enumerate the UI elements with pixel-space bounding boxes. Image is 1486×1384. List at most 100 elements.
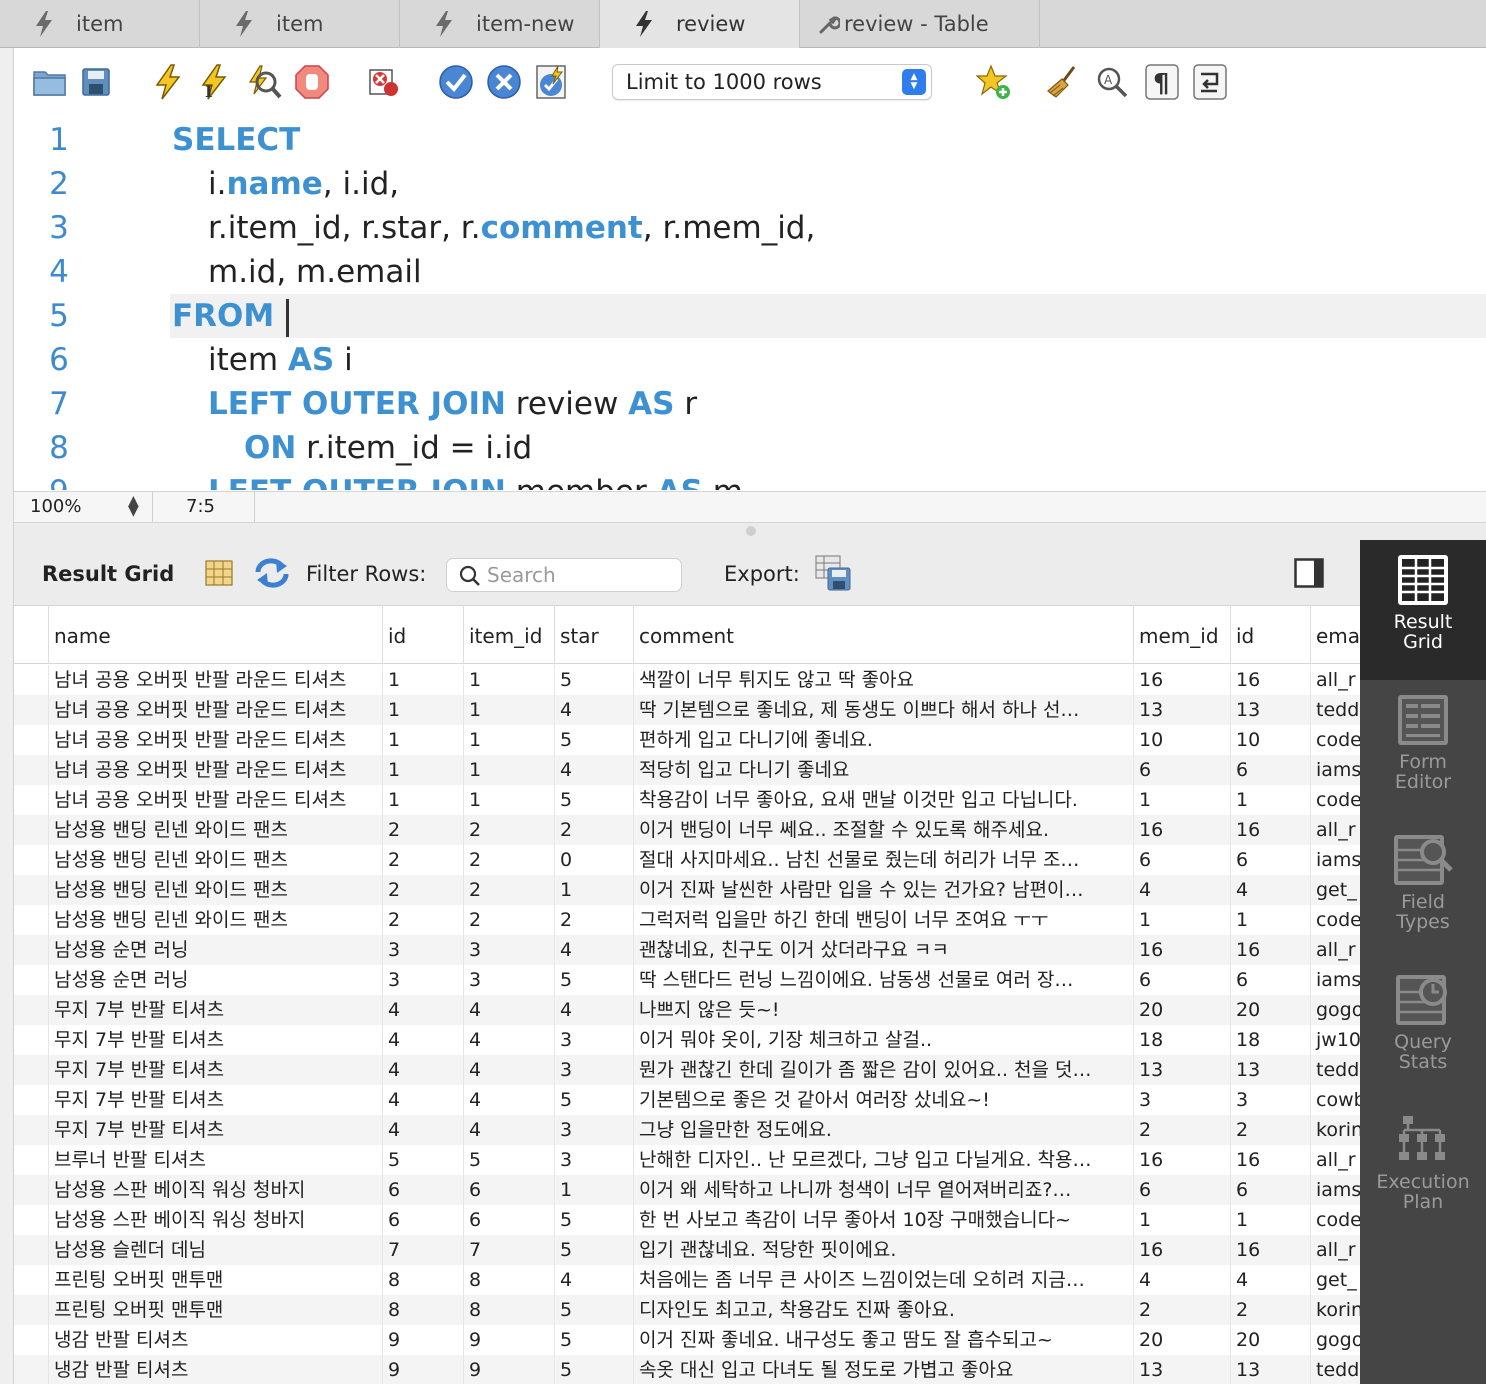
cell-col-name[interactable]: 남녀 공용 오버핏 반팔 라운드 티셔츠: [48, 695, 382, 725]
table-row[interactable]: 남녀 공용 오버핏 반팔 라운드 티셔츠 1 1 5 색깔이 너무 튀지도 않고 딱 좋…: [14, 665, 1360, 695]
cell-col-email[interactable]: tedd: [1310, 1355, 1360, 1384]
cell-col-comment[interactable]: 입기 괜찮네요. 적당한 핏이에요.: [633, 1235, 1133, 1265]
cell-col-name[interactable]: 무지 7부 반팔 티셔츠: [48, 1055, 382, 1085]
side-form-editor[interactable]: Form Editor: [1360, 680, 1486, 820]
cell-col-mem-id[interactable]: 18: [1133, 1025, 1230, 1055]
cell-col-comment[interactable]: 나쁘지 않은 듯~!: [633, 995, 1133, 1025]
header-col-member-id[interactable]: id: [1230, 606, 1310, 664]
header-col-id[interactable]: id: [382, 606, 463, 664]
cell-col-email[interactable]: code: [1310, 1205, 1360, 1235]
cell-col-name[interactable]: 남성용 스판 베이직 워싱 청바지: [48, 1175, 382, 1205]
refresh-icon[interactable]: [254, 556, 290, 595]
cell-col-comment[interactable]: 기본템으로 좋은 것 같아서 여러장 샀네요~!: [633, 1085, 1133, 1115]
cell-col-name[interactable]: 무지 7부 반팔 티셔츠: [48, 1085, 382, 1115]
cell-col-email[interactable]: all_r: [1310, 815, 1360, 845]
cell-col-name[interactable]: 남녀 공용 오버핏 반팔 라운드 티셔츠: [48, 665, 382, 695]
side-execution-plan[interactable]: Execution Plan: [1360, 1100, 1486, 1240]
table-row[interactable]: 남성용 슬렌더 데님 7 7 5 입기 괜찮네요. 적당한 핏이에요. 16 16 all_r: [14, 1235, 1360, 1265]
zoom-stepper-icon[interactable]: ▲ ▼: [128, 494, 139, 518]
cell-col-name[interactable]: 무지 7부 반팔 티셔츠: [48, 1025, 382, 1055]
cell-col-id[interactable]: 3: [382, 935, 463, 965]
cell-col-email[interactable]: all_r: [1310, 1145, 1360, 1175]
cell-col-email[interactable]: korin: [1310, 1115, 1360, 1145]
cell-col-name[interactable]: 남성용 밴딩 린넨 와이드 팬츠: [48, 875, 382, 905]
cell-col-member-id[interactable]: 6: [1230, 965, 1310, 995]
cell-col-comment[interactable]: 처음에는 좀 너무 큰 사이즈 느낌이었는데 오히려 지금…: [633, 1265, 1133, 1295]
table-row[interactable]: 프린팅 오버핏 맨투맨 8 8 5 디자인도 최고고, 착용감도 진짜 좋아요. 2 2 ko…: [14, 1295, 1360, 1325]
table-row[interactable]: 남성용 순면 러닝 3 3 5 딱 스탠다드 런닝 느낌이에요. 남동생 선물로 여러 …: [14, 965, 1360, 995]
cell-col-mem-id[interactable]: 20: [1133, 1325, 1230, 1355]
filter-search-input[interactable]: Search: [446, 558, 682, 592]
cell-col-comment[interactable]: 괜찮네요, 친구도 이거 샀더라구요 ㅋㅋ: [633, 935, 1133, 965]
cell-col-comment[interactable]: 이거 뭐야 옷이, 기장 체크하고 살걸..: [633, 1025, 1133, 1055]
cell-col-comment[interactable]: 딱 스탠다드 런닝 느낌이에요. 남동생 선물로 여러 장…: [633, 965, 1133, 995]
cell-col-star[interactable]: 1: [554, 875, 633, 905]
cell-col-comment[interactable]: 적당히 입고 다니기 좋네요: [633, 755, 1133, 785]
cell-col-id[interactable]: 1: [382, 785, 463, 815]
cell-col-name[interactable]: 냉감 반팔 티셔츠: [48, 1355, 382, 1384]
cell-col-email[interactable]: all_r: [1310, 935, 1360, 965]
export-icon[interactable]: [814, 554, 854, 597]
tab-review[interactable]: review: [600, 0, 800, 48]
header-col-name[interactable]: name: [48, 606, 382, 664]
table-row[interactable]: 남성용 밴딩 린넨 와이드 팬츠 2 2 2 이거 밴딩이 너무 쎄요.. 조절할 수 …: [14, 815, 1360, 845]
table-row[interactable]: 남성용 밴딩 린넨 와이드 팬츠 2 2 1 이거 진짜 날씬한 사람만 입을 수 있는…: [14, 875, 1360, 905]
sql-editor[interactable]: 1 SELECT 2 i.name, i.id, 3 r.item_id, r.…: [14, 118, 1486, 490]
cell-col-comment[interactable]: 이거 진짜 좋네요. 내구성도 좋고 땀도 잘 흡수되고~: [633, 1325, 1133, 1355]
cell-col-name[interactable]: 남녀 공용 오버핏 반팔 라운드 티셔츠: [48, 785, 382, 815]
cell-col-id[interactable]: 3: [382, 965, 463, 995]
cell-col-member-id[interactable]: 2: [1230, 1115, 1310, 1145]
cell-col-id[interactable]: 2: [382, 845, 463, 875]
cell-col-mem-id[interactable]: 6: [1133, 965, 1230, 995]
cell-col-comment[interactable]: 속옷 대신 입고 다녀도 될 정도로 가볍고 좋아요: [633, 1355, 1133, 1384]
cell-col-member-id[interactable]: 1: [1230, 905, 1310, 935]
cell-col-id[interactable]: 8: [382, 1295, 463, 1325]
cell-col-mem-id[interactable]: 16: [1133, 665, 1230, 695]
header-col-email[interactable]: ema: [1310, 606, 1360, 664]
cell-col-member-id[interactable]: 6: [1230, 1175, 1310, 1205]
cell-col-id[interactable]: 2: [382, 875, 463, 905]
cell-col-item-id[interactable]: 3: [463, 965, 554, 995]
cell-col-member-id[interactable]: 16: [1230, 1145, 1310, 1175]
toggle-sidebar-icon[interactable]: [1294, 558, 1324, 593]
cell-col-name[interactable]: 무지 7부 반팔 티셔츠: [48, 1115, 382, 1145]
cell-col-item-id[interactable]: 9: [463, 1325, 554, 1355]
cell-col-name[interactable]: 남성용 밴딩 린넨 와이드 팬츠: [48, 905, 382, 935]
cell-col-name[interactable]: 남성용 슬렌더 데님: [48, 1235, 382, 1265]
cell-col-id[interactable]: 1: [382, 695, 463, 725]
cell-col-email[interactable]: code: [1310, 905, 1360, 935]
stop-icon[interactable]: [292, 62, 332, 102]
cell-col-star[interactable]: 5: [554, 725, 633, 755]
cell-col-item-id[interactable]: 5: [463, 1145, 554, 1175]
table-row[interactable]: 남녀 공용 오버핏 반팔 라운드 티셔츠 1 1 4 딱 기본템으로 좋네요, 제 동생…: [14, 695, 1360, 725]
cell-col-mem-id[interactable]: 2: [1133, 1295, 1230, 1325]
cell-col-mem-id[interactable]: 6: [1133, 845, 1230, 875]
cell-col-email[interactable]: iams: [1310, 965, 1360, 995]
cell-col-email[interactable]: tedd: [1310, 695, 1360, 725]
table-row[interactable]: 무지 7부 반팔 티셔츠 4 4 3 뭔가 괜찮긴 한데 길이가 좀 짧은 감이 있어요…: [14, 1055, 1360, 1085]
table-row[interactable]: 남성용 밴딩 린넨 와이드 팬츠 2 2 0 절대 사지마세요.. 남친 선물로 줬는데…: [14, 845, 1360, 875]
cell-col-item-id[interactable]: 1: [463, 785, 554, 815]
table-row[interactable]: 남녀 공용 오버핏 반팔 라운드 티셔츠 1 1 5 편하게 입고 다니기에 좋네요. 1…: [14, 725, 1360, 755]
header-col-star[interactable]: star: [554, 606, 633, 664]
cell-col-id[interactable]: 1: [382, 755, 463, 785]
table-row[interactable]: 무지 7부 반팔 티셔츠 4 4 4 나쁘지 않은 듯~! 20 20 gogo: [14, 995, 1360, 1025]
cell-col-mem-id[interactable]: 10: [1133, 725, 1230, 755]
cell-col-item-id[interactable]: 1: [463, 755, 554, 785]
zoom-level[interactable]: 100%: [30, 496, 81, 517]
tab-item-1[interactable]: item: [0, 0, 200, 48]
cell-col-name[interactable]: 남녀 공용 오버핏 반팔 라운드 티셔츠: [48, 725, 382, 755]
cell-col-star[interactable]: 5: [554, 785, 633, 815]
beautify-icon[interactable]: [1044, 62, 1084, 102]
cell-col-item-id[interactable]: 1: [463, 725, 554, 755]
table-row[interactable]: 남성용 순면 러닝 3 3 4 괜찮네요, 친구도 이거 샀더라구요 ㅋㅋ 16 16 all…: [14, 935, 1360, 965]
cell-col-id[interactable]: 2: [382, 905, 463, 935]
cell-col-star[interactable]: 4: [554, 695, 633, 725]
cell-col-name[interactable]: 브루너 반팔 티셔츠: [48, 1145, 382, 1175]
cell-col-comment[interactable]: 절대 사지마세요.. 남친 선물로 줬는데 허리가 너무 조…: [633, 845, 1133, 875]
invisible-chars-icon[interactable]: ¶: [1142, 62, 1182, 102]
cell-col-member-id[interactable]: 16: [1230, 1235, 1310, 1265]
cell-col-id[interactable]: 4: [382, 1025, 463, 1055]
cell-col-comment[interactable]: 착용감이 너무 좋아요, 요새 맨날 이것만 입고 다닙니다.: [633, 785, 1133, 815]
cell-col-name[interactable]: 남성용 순면 러닝: [48, 965, 382, 995]
